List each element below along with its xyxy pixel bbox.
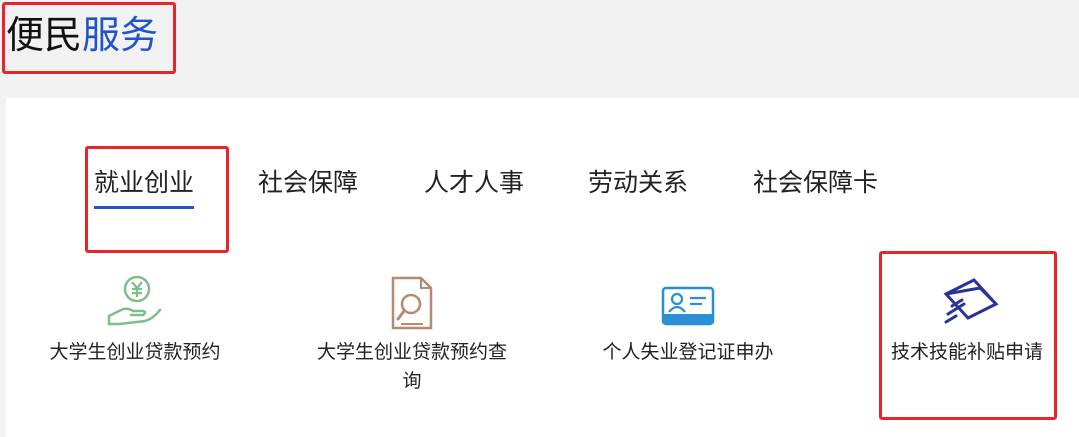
tab-labor-relations[interactable]: 劳动关系 [588,166,688,200]
hand-money-icon [105,274,165,334]
service-label: 个人失业登记证申办 [602,341,774,363]
tab-employment[interactable]: 就业创业 [94,166,195,209]
tab-talent-personnel[interactable]: 人才人事 [424,166,524,200]
page-title-main: 便民 [6,13,83,57]
category-tabs: 就业创业 社会保障 人才人事 劳动关系 社会保障卡 [6,98,1079,253]
service-panel: 就业创业 社会保障 人才人事 劳动关系 社会保障卡 大学生创业贷款预约 大学生创… [6,98,1079,437]
service-item-loan-query[interactable]: 大学生创业贷款预约查询 [312,268,512,418]
service-list: 大学生创业贷款预约 大学生创业贷款预约查询 个人失业登记证申办 技术技能补贴申请 [6,268,1079,428]
service-label: 技术技能补贴申请 [890,341,1043,363]
service-label: 大学生创业贷款预约 [49,341,221,363]
service-item-skill-subsidy[interactable]: 技术技能补贴申请 [867,268,1067,418]
service-label: 大学生创业贷款预约查询 [316,341,507,392]
page-title: 便民服务 [6,10,158,60]
service-item-loan-booking[interactable]: 大学生创业贷款预约 [35,268,235,418]
tab-social-security[interactable]: 社会保障 [258,166,358,200]
document-search-icon [387,274,437,336]
page-title-accent: 服务 [82,13,159,57]
tab-social-security-card[interactable]: 社会保障卡 [753,166,878,200]
service-item-unemployment-cert[interactable]: 个人失业登记证申办 [588,268,788,418]
id-card-icon [660,274,716,334]
subsidy-card-icon [934,274,1000,336]
